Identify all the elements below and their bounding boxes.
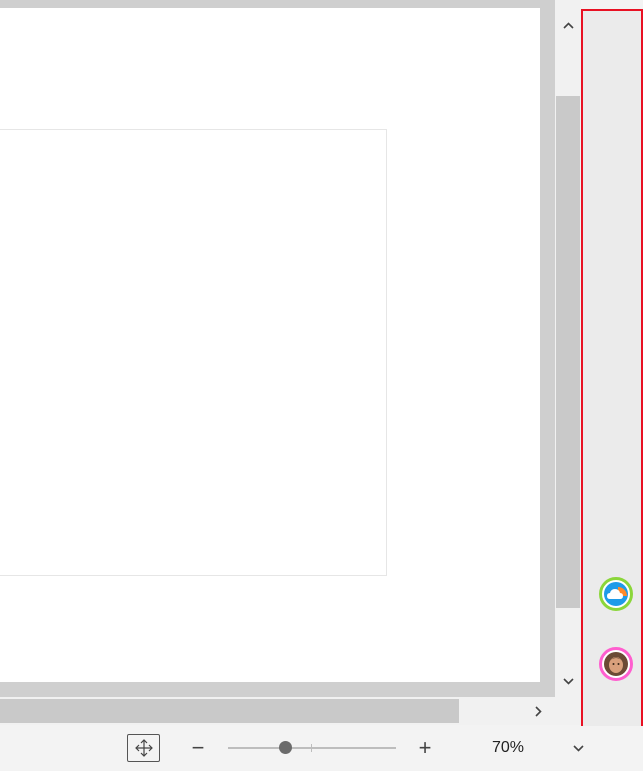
zoom-slider-track[interactable] [228,747,396,749]
slide-content-frame[interactable] [0,129,387,576]
zoom-slider-center-tick [311,744,312,752]
zoom-level[interactable]: 70% [492,734,538,762]
chevron-right-icon [534,705,542,717]
chevron-down-icon [572,744,584,752]
vertical-scrollbar[interactable] [555,0,581,697]
side-panel [581,9,643,728]
status-bar: − + 70% [0,726,643,771]
scroll-right-button[interactable] [526,699,550,723]
user-avatar[interactable] [599,647,633,681]
zoom-dropdown-button[interactable] [566,734,590,762]
scroll-up-button[interactable] [555,14,581,36]
zoom-slider-thumb[interactable] [279,741,292,754]
horizontal-scroll-thumb[interactable] [0,699,459,723]
chevron-up-icon [562,21,574,29]
cloud-app-avatar[interactable] [599,577,633,611]
chevron-down-icon [562,677,574,685]
fit-to-window-icon [134,739,153,757]
slide-page[interactable] [0,8,540,682]
cloud-icon [604,582,628,606]
document-canvas[interactable] [0,0,555,697]
zoom-in-button[interactable]: + [413,734,437,762]
fit-to-window-button[interactable] [127,734,160,762]
vertical-scroll-thumb[interactable] [556,96,580,608]
zoom-out-button[interactable]: − [188,734,208,762]
scroll-down-button[interactable] [555,670,581,692]
person-photo-icon [604,652,628,676]
horizontal-scrollbar[interactable] [0,697,581,725]
